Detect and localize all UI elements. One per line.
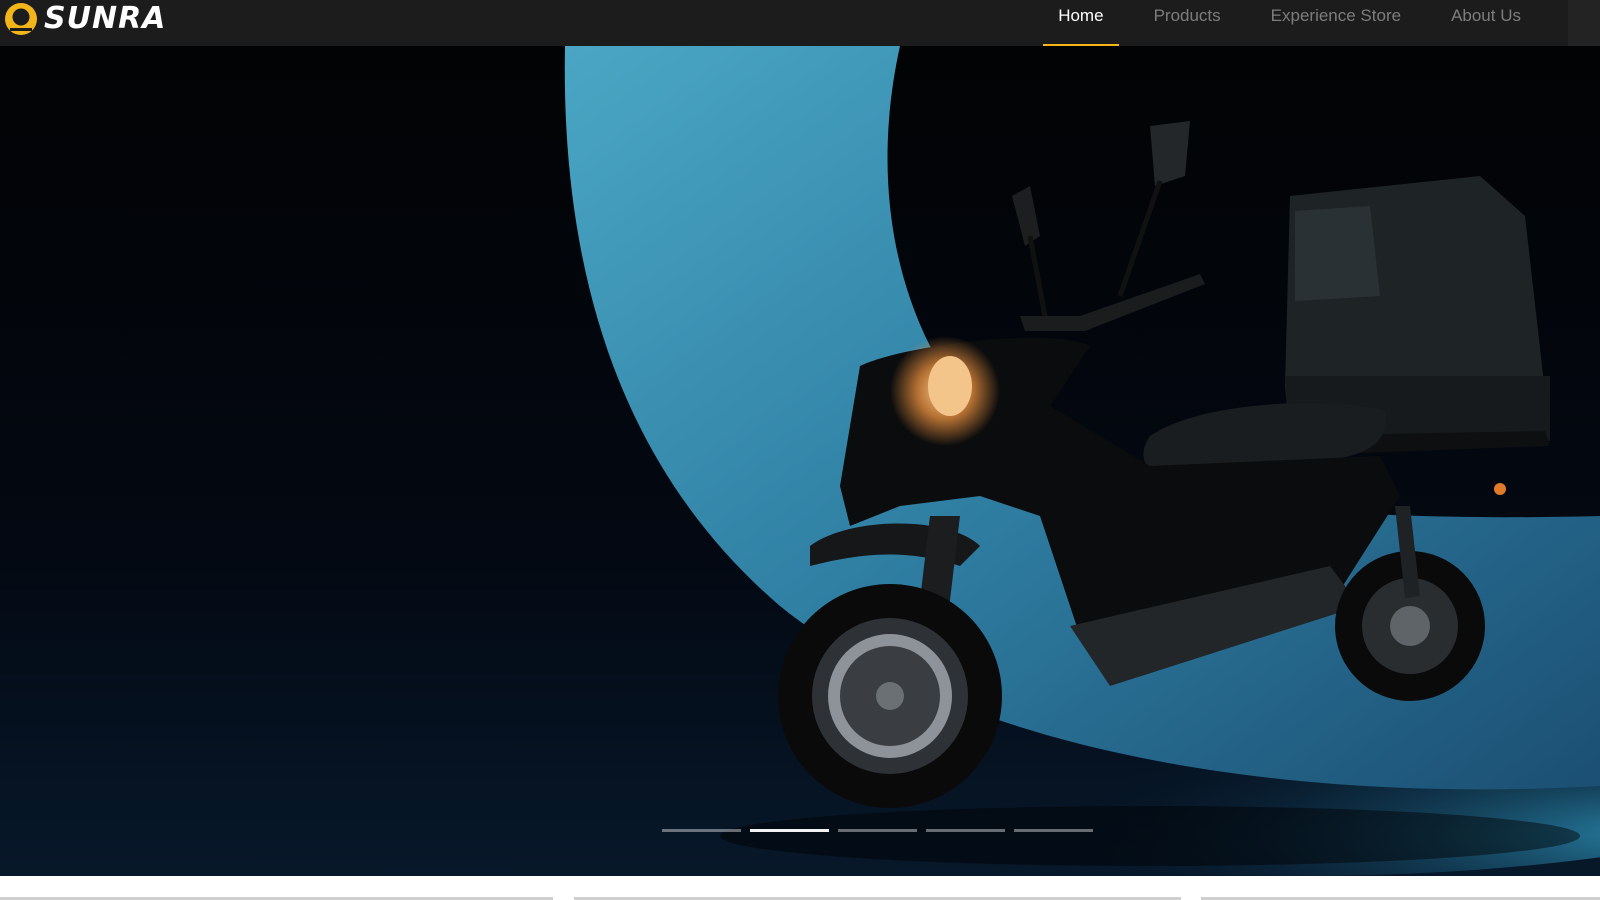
- next-section: [0, 876, 1600, 900]
- nav-item-label: About Us: [1451, 6, 1521, 25]
- nav-item-label: Experience Store: [1270, 6, 1402, 25]
- nav-item-home[interactable]: Home: [1043, 0, 1119, 46]
- carousel-dot-1[interactable]: [662, 829, 741, 832]
- site-header: SUNRA Home Products Experience Store Abo…: [0, 0, 1600, 46]
- nav-item-label: Products: [1153, 6, 1221, 25]
- header-end-block: [1568, 0, 1600, 46]
- nav-item-about-us[interactable]: About Us: [1436, 0, 1536, 46]
- carousel-dot-3[interactable]: [838, 829, 917, 832]
- hero-banner[interactable]: [0, 46, 1600, 876]
- carousel-dot-4[interactable]: [926, 829, 1005, 832]
- brand-logo[interactable]: SUNRA: [4, 2, 166, 36]
- carousel-dot-2[interactable]: [750, 829, 829, 832]
- nav-item-products[interactable]: Products: [1139, 0, 1236, 46]
- carousel-pager: [662, 829, 1093, 832]
- main-nav: Home Products Experience Store About Us: [1023, 0, 1536, 46]
- hero-image: [564, 46, 1600, 876]
- nav-item-experience-store[interactable]: Experience Store: [1256, 0, 1416, 46]
- nav-item-label: Home: [1058, 6, 1104, 25]
- sunra-logo-icon: [5, 3, 37, 35]
- brand-name: SUNRA: [44, 1, 167, 36]
- carousel-dot-5[interactable]: [1014, 829, 1093, 832]
